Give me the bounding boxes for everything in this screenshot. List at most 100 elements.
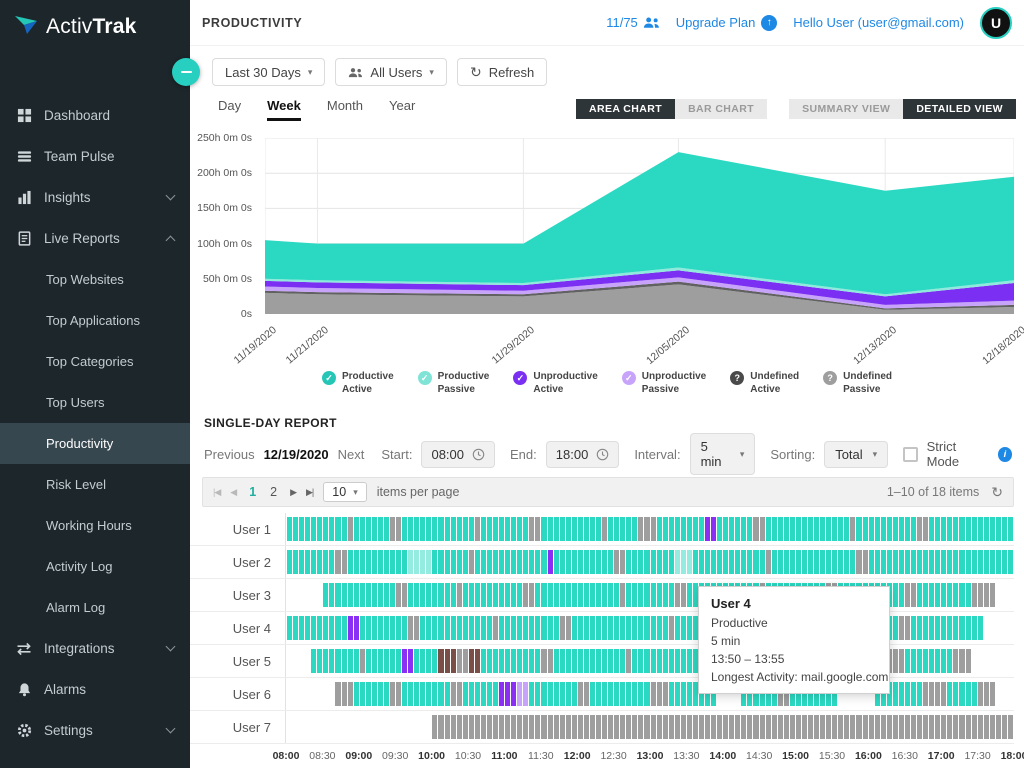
activity-segment[interactable]	[596, 715, 601, 739]
activity-segment[interactable]	[608, 517, 613, 541]
sidebar-collapse-toggle[interactable]	[172, 58, 200, 86]
area-chart-button[interactable]: AREA CHART	[576, 99, 675, 119]
activity-segment[interactable]	[881, 715, 886, 739]
activity-segment[interactable]	[305, 682, 310, 706]
activity-segment[interactable]	[529, 715, 534, 739]
activity-segment[interactable]	[438, 649, 443, 673]
activity-segment[interactable]	[408, 583, 413, 607]
activity-segment[interactable]	[614, 682, 619, 706]
activity-segment[interactable]	[626, 517, 631, 541]
activity-segment[interactable]	[493, 550, 498, 574]
activity-segment[interactable]	[602, 583, 607, 607]
activity-segment[interactable]	[863, 715, 868, 739]
activity-segment[interactable]	[548, 583, 553, 607]
activity-segment[interactable]	[342, 583, 347, 607]
activity-segment[interactable]	[602, 517, 607, 541]
activity-segment[interactable]	[990, 616, 995, 640]
activity-segment[interactable]	[675, 517, 680, 541]
sidebar-item-activity-log[interactable]: Activity Log	[0, 546, 190, 587]
activity-segment[interactable]	[826, 715, 831, 739]
activity-segment[interactable]	[917, 616, 922, 640]
activity-segment[interactable]	[396, 583, 401, 607]
activity-segment[interactable]	[935, 616, 940, 640]
activity-segment[interactable]	[529, 649, 534, 673]
activity-segment[interactable]	[681, 550, 686, 574]
activity-segment[interactable]	[614, 550, 619, 574]
activity-segment[interactable]	[535, 517, 540, 541]
activity-segment[interactable]	[917, 550, 922, 574]
activity-segment[interactable]	[354, 616, 359, 640]
activity-segment[interactable]	[523, 517, 528, 541]
activity-segment[interactable]	[663, 517, 668, 541]
activity-segment[interactable]	[972, 649, 977, 673]
activity-segment[interactable]	[966, 583, 971, 607]
activity-segment[interactable]	[445, 583, 450, 607]
activity-segment[interactable]	[493, 682, 498, 706]
activity-segment[interactable]	[596, 649, 601, 673]
activity-segment[interactable]	[499, 517, 504, 541]
activity-segment[interactable]	[935, 517, 940, 541]
activity-segment[interactable]	[287, 583, 292, 607]
activity-segment[interactable]	[414, 682, 419, 706]
activity-segment[interactable]	[838, 550, 843, 574]
activity-segment[interactable]	[681, 616, 686, 640]
activity-segment[interactable]	[445, 649, 450, 673]
activity-segment[interactable]	[445, 682, 450, 706]
activity-segment[interactable]	[972, 517, 977, 541]
activity-segment[interactable]	[699, 550, 704, 574]
activity-segment[interactable]	[511, 715, 516, 739]
activity-segment[interactable]	[966, 616, 971, 640]
activity-segment[interactable]	[523, 550, 528, 574]
activity-segment[interactable]	[505, 682, 510, 706]
activity-segment[interactable]	[626, 550, 631, 574]
activity-segment[interactable]	[408, 550, 413, 574]
activity-segment[interactable]	[814, 517, 819, 541]
activity-segment[interactable]	[699, 517, 704, 541]
activity-segment[interactable]	[596, 682, 601, 706]
activity-segment[interactable]	[923, 682, 928, 706]
activity-segment[interactable]	[620, 682, 625, 706]
activity-segment[interactable]	[941, 550, 946, 574]
activity-segment[interactable]	[620, 517, 625, 541]
activity-segment[interactable]	[572, 550, 577, 574]
activity-segment[interactable]	[632, 616, 637, 640]
activity-segment[interactable]	[560, 682, 565, 706]
activity-segment[interactable]	[554, 715, 559, 739]
activity-segment[interactable]	[505, 715, 510, 739]
activity-segment[interactable]	[432, 517, 437, 541]
interval-select[interactable]: 5 min▾	[690, 433, 756, 475]
activity-segment[interactable]	[644, 715, 649, 739]
activity-segment[interactable]	[614, 649, 619, 673]
activity-segment[interactable]	[747, 715, 752, 739]
activity-segment[interactable]	[384, 682, 389, 706]
activity-segment[interactable]	[996, 550, 1001, 574]
activity-segment[interactable]	[469, 682, 474, 706]
activity-segment[interactable]	[384, 550, 389, 574]
activity-segment[interactable]	[287, 616, 292, 640]
activity-segment[interactable]	[602, 550, 607, 574]
activity-segment[interactable]	[935, 550, 940, 574]
activity-segment[interactable]	[953, 583, 958, 607]
activity-segment[interactable]	[420, 550, 425, 574]
sidebar-item-top-users[interactable]: Top Users	[0, 382, 190, 423]
activity-segment[interactable]	[699, 715, 704, 739]
activity-segment[interactable]	[953, 649, 958, 673]
sidebar-item-team-pulse[interactable]: Team Pulse	[0, 136, 190, 177]
activity-segment[interactable]	[947, 583, 952, 607]
activity-segment[interactable]	[293, 682, 298, 706]
activity-segment[interactable]	[378, 517, 383, 541]
page-2[interactable]: 2	[267, 485, 280, 499]
activity-segment[interactable]	[366, 550, 371, 574]
activity-segment[interactable]	[390, 550, 395, 574]
activity-segment[interactable]	[305, 517, 310, 541]
activity-segment[interactable]	[378, 550, 383, 574]
activity-segment[interactable]	[838, 517, 843, 541]
activity-segment[interactable]	[305, 583, 310, 607]
activity-segment[interactable]	[414, 550, 419, 574]
activity-segment[interactable]	[953, 616, 958, 640]
activity-segment[interactable]	[778, 517, 783, 541]
activity-segment[interactable]	[317, 616, 322, 640]
activity-segment[interactable]	[729, 517, 734, 541]
activity-segment[interactable]	[487, 583, 492, 607]
activity-segment[interactable]	[420, 715, 425, 739]
